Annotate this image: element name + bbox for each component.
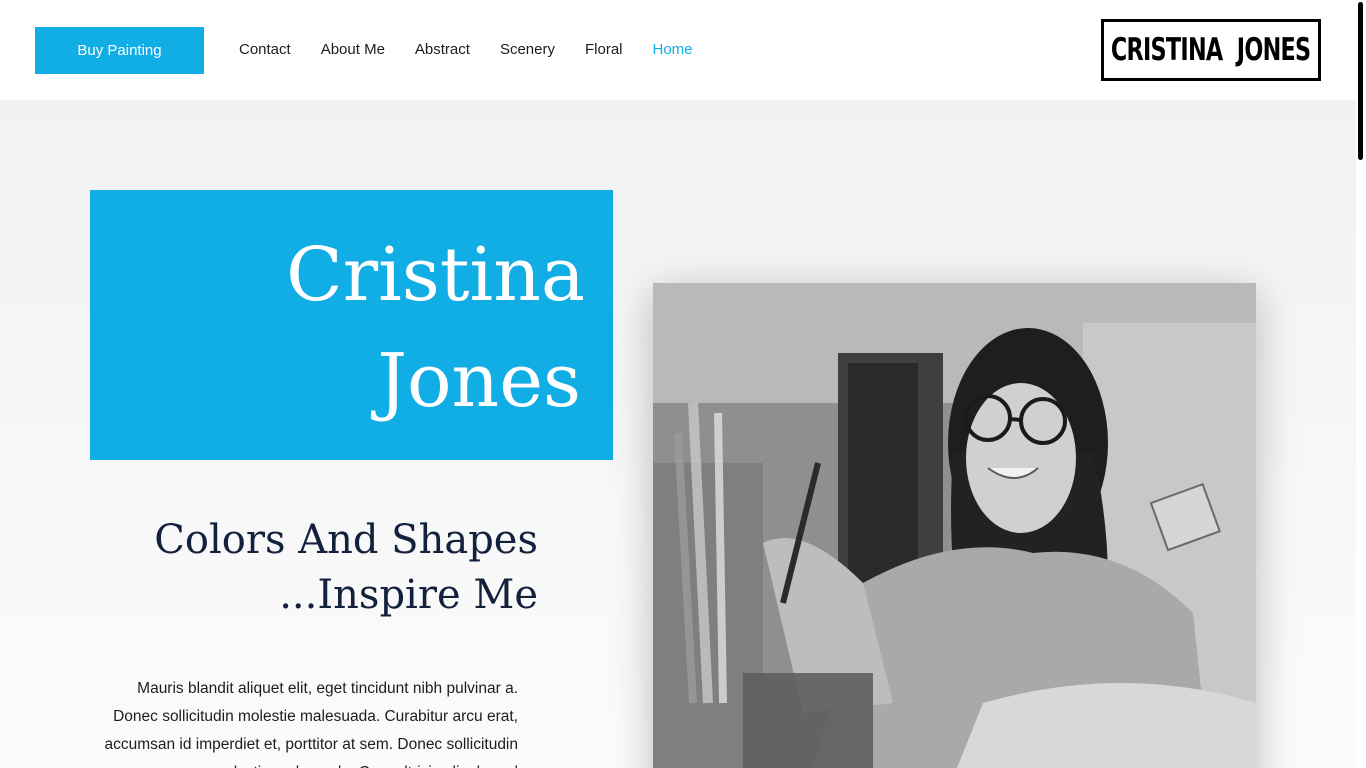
tagline-heading: Colors And Shapes ...Inspire Me — [100, 513, 538, 623]
scrollbar-thumb[interactable] — [1358, 2, 1363, 160]
site-logo[interactable]: CRISTINA JONES — [1101, 19, 1321, 81]
nav-scenery[interactable]: Scenery — [500, 38, 555, 62]
nav-home[interactable]: Home — [653, 38, 693, 62]
buy-painting-button[interactable]: Buy Painting — [35, 27, 204, 74]
site-header: Buy Painting Contact About Me Abstract S… — [0, 0, 1356, 100]
tagline-line-2: ...Inspire Me — [279, 572, 538, 618]
tagline-line-1: Colors And Shapes — [154, 517, 538, 563]
name-last: Jones — [377, 338, 581, 424]
artist-photo — [653, 283, 1256, 768]
artist-photo-illustration — [653, 283, 1256, 768]
name-banner: Cristina Jones — [90, 190, 613, 460]
intro-paragraph: Mauris blandit aliquet elit, eget tincid… — [104, 679, 518, 768]
nav-contact[interactable]: Contact — [239, 38, 291, 62]
main-nav: Contact About Me Abstract Scenery Floral… — [239, 38, 723, 62]
nav-abstract[interactable]: Abstract — [415, 38, 470, 62]
nav-floral[interactable]: Floral — [585, 38, 623, 62]
page-scrollbar[interactable] — [1356, 0, 1366, 768]
hero-section: Cristina Jones Colors And Shapes ...Insp… — [0, 100, 1356, 768]
name-first: Cristina — [286, 232, 585, 318]
logo-text: CRISTINA JONES — [1111, 32, 1311, 68]
nav-about-me[interactable]: About Me — [321, 38, 385, 62]
